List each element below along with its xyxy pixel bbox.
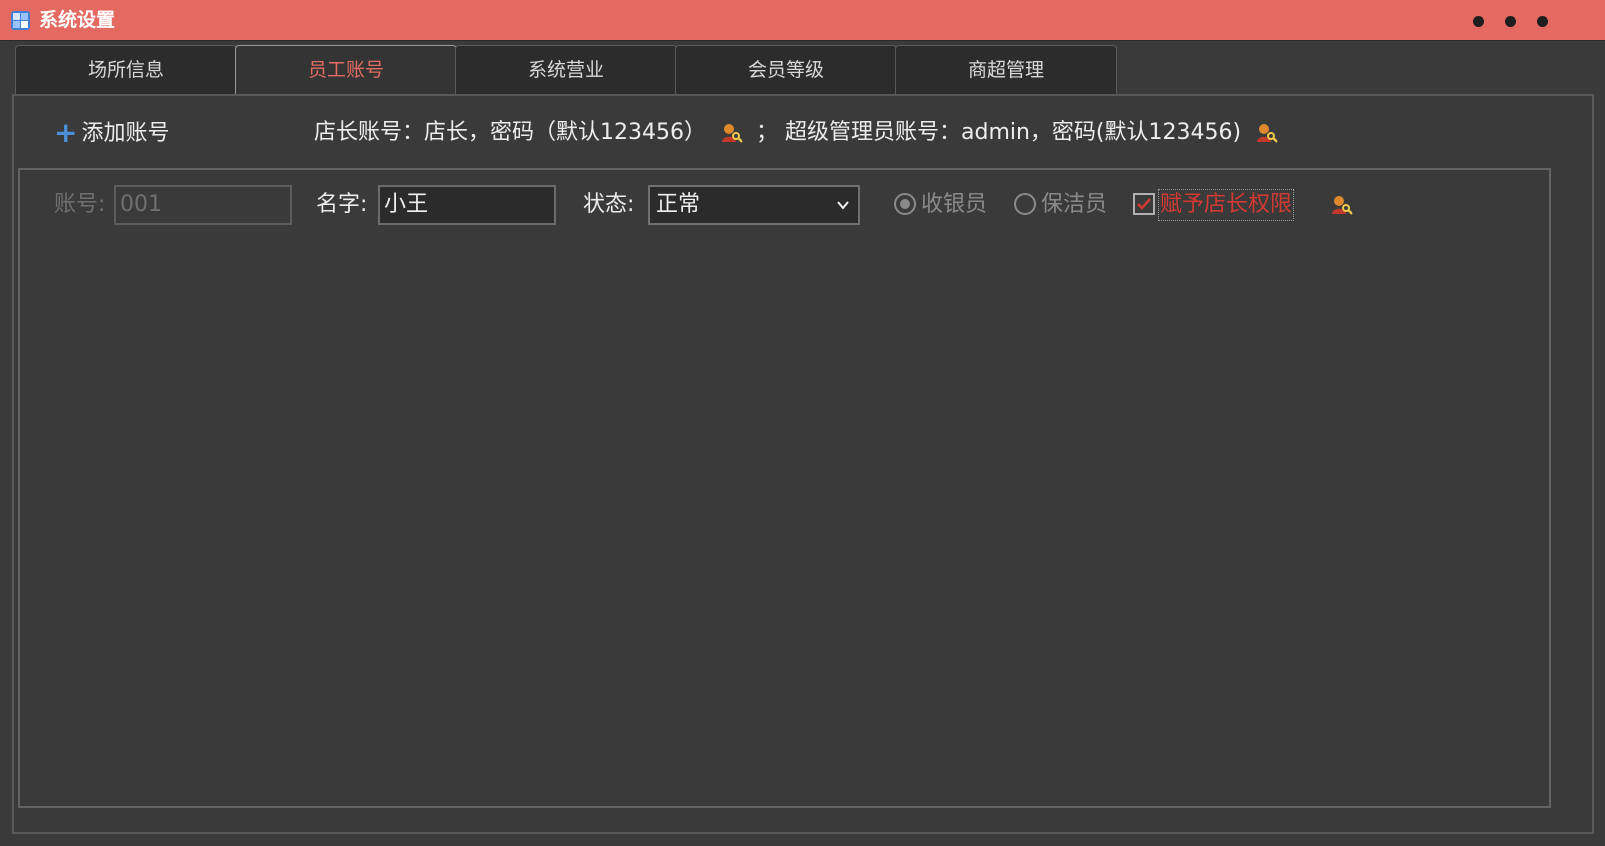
app-icon	[11, 11, 30, 30]
radio-cashier[interactable]	[894, 193, 916, 215]
status-value: 正常	[656, 192, 701, 217]
add-account-button[interactable]: + 添加账号	[54, 118, 169, 149]
minimize-button[interactable]	[1473, 16, 1484, 27]
user-key-icon[interactable]	[719, 121, 743, 145]
tab-store-management[interactable]: 商超管理	[895, 45, 1117, 94]
cashier-label: 收银员	[921, 192, 988, 217]
separator-text: ；	[755, 120, 778, 145]
account-info: 店长账号：店长，密码（默认123456） ； 超级管理员账号：admin，密码(…	[314, 118, 1284, 148]
manager-account-info: 店长账号：店长，密码（默认123456）	[314, 120, 706, 145]
admin-account-info: 超级管理员账号：admin，密码(默认123456)	[785, 120, 1242, 145]
maximize-button[interactable]	[1505, 16, 1516, 27]
tab-system-business[interactable]: 系统营业	[455, 45, 677, 94]
grant-manager-checkbox[interactable]	[1133, 193, 1155, 215]
name-label: 名字:	[316, 192, 368, 217]
name-field[interactable]: 小王	[378, 185, 556, 225]
close-button[interactable]	[1537, 16, 1548, 27]
account-field[interactable]: 001	[114, 185, 292, 225]
status-select[interactable]: 正常	[648, 185, 860, 225]
tab-staff-accounts[interactable]: 员工账号	[235, 45, 457, 96]
status-label: 状态:	[583, 192, 635, 217]
tab-venue-info[interactable]: 场所信息	[15, 45, 237, 94]
radio-selected-dot	[900, 199, 910, 209]
user-key-icon[interactable]	[1329, 193, 1353, 217]
checkmark-icon	[1137, 198, 1151, 210]
title-bar: 系统设置	[0, 0, 1605, 41]
cleaner-label: 保洁员	[1041, 192, 1108, 217]
employee-row: 账号: 001 名字: 小王 状态: 正常 收银员 保洁员 赋予店长权限	[18, 168, 1551, 244]
chevron-down-icon	[837, 201, 849, 210]
user-key-icon[interactable]	[1254, 121, 1278, 145]
add-account-label: 添加账号	[81, 121, 170, 146]
tab-member-levels[interactable]: 会员等级	[675, 45, 897, 94]
account-label: 账号:	[54, 192, 106, 217]
window-title: 系统设置	[39, 9, 116, 31]
plus-icon: +	[54, 116, 78, 149]
grant-manager-label[interactable]: 赋予店长权限	[1157, 189, 1295, 221]
account-toolbar: + 添加账号 店长账号：店长，密码（默认123456） ； 超级管理员账号：adm…	[12, 94, 1594, 170]
employee-list	[18, 168, 1551, 808]
radio-cleaner[interactable]	[1014, 193, 1036, 215]
